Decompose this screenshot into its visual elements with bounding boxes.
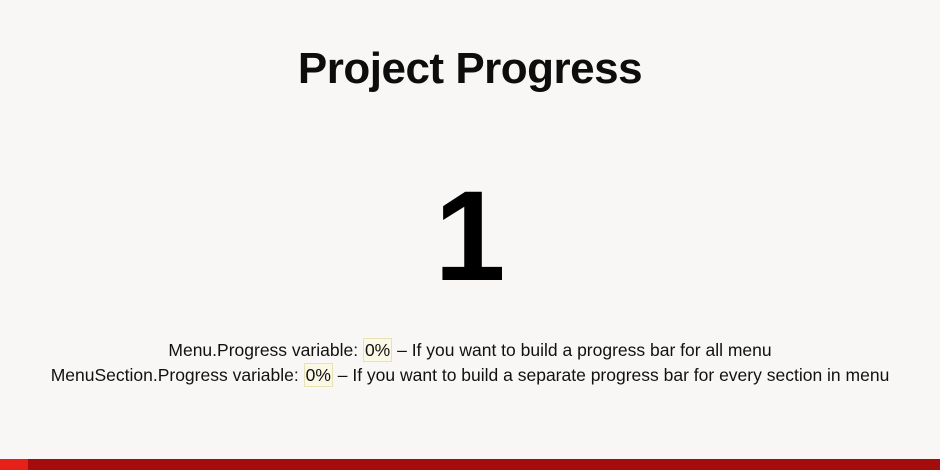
slide: Project Progress 1 Menu.Progress variabl… (0, 0, 940, 470)
progress-bar (0, 459, 940, 470)
current-slide-number: 1 (434, 165, 506, 308)
section-progress-label: MenuSection.Progress variable: (50, 365, 304, 385)
menu-progress-label: Menu.Progress variable: (168, 340, 363, 360)
section-progress-value: 0% (303, 363, 333, 387)
progress-bar-fill (0, 459, 29, 470)
page-title: Project Progress (297, 44, 643, 93)
section-progress-line: MenuSection.Progress variable: 0% – If y… (0, 363, 940, 388)
section-progress-description: – If you want to build a separate progre… (332, 365, 890, 385)
menu-progress-description: – If you want to build a progress bar fo… (392, 340, 772, 360)
menu-progress-value: 0% (362, 338, 393, 362)
progress-info: Menu.Progress variable: 0% – If you want… (0, 338, 940, 388)
menu-progress-line: Menu.Progress variable: 0% – If you want… (0, 338, 940, 363)
